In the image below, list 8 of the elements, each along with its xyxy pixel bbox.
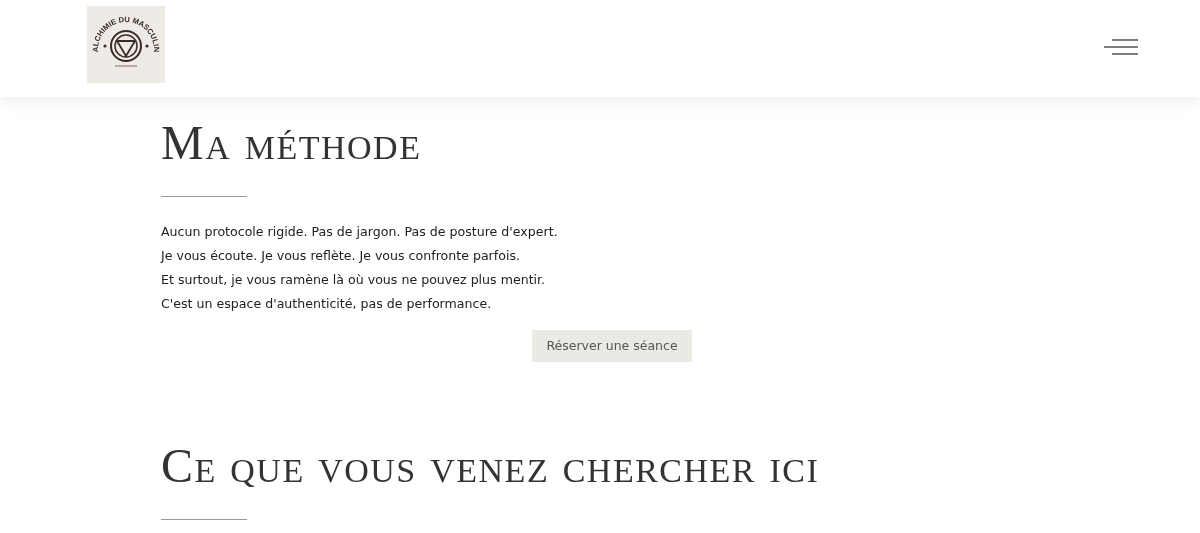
menu-icon[interactable] bbox=[1104, 39, 1138, 55]
body-text: Je vous écoute. Je vous reflète. Je vous confronte parfois. bbox=[161, 246, 521, 265]
body-text: C'est un espace d'authenticité, pas de performance. bbox=[161, 294, 493, 313]
booking-button[interactable]: Réserver une séance bbox=[532, 329, 692, 362]
section-heading: Ce que vous venez chercher ici bbox=[161, 439, 821, 493]
body-text: Aucun protocole rigide. Pas de jargon. Pas de posture d'expert. bbox=[161, 222, 559, 241]
section-heading: Ma méthode bbox=[161, 117, 423, 170]
body-text: Et surtout, je vous ramène là où vous ne pouvez plus mentir. bbox=[161, 270, 547, 289]
